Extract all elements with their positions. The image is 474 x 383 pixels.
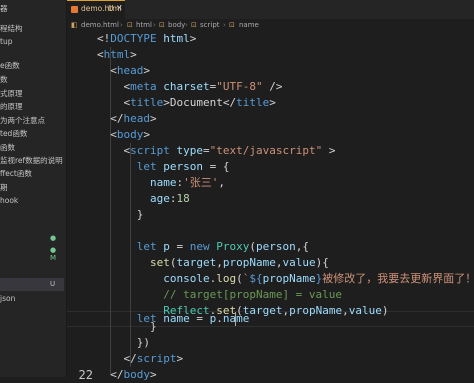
element-icon: ⊡ bbox=[127, 21, 133, 29]
code-line: }) bbox=[136, 336, 150, 349]
close-icon[interactable]: × bbox=[116, 3, 123, 12]
explorer-item[interactable]: 程结构 bbox=[0, 22, 64, 35]
code-line: <script type="text/javascript" > bbox=[123, 144, 336, 157]
explorer-item[interactable]: 为两个注意点 bbox=[0, 114, 64, 127]
chevron-right-icon: › bbox=[120, 21, 123, 29]
code-line: </body> bbox=[110, 368, 157, 381]
git-status-badge: U bbox=[50, 280, 56, 288]
explorer-item-label: 函数 bbox=[0, 143, 15, 152]
editor-tab-bar: demo.html U × bbox=[67, 0, 474, 19]
code-line: <title>Document</title> bbox=[123, 96, 276, 109]
breadcrumb-html[interactable]: html bbox=[136, 19, 152, 31]
line-number: 22 bbox=[78, 368, 93, 382]
chevron-right-icon: › bbox=[223, 21, 226, 29]
explorer-item[interactable]: 函数 bbox=[0, 141, 64, 154]
explorer-item-label: 数 bbox=[0, 75, 8, 84]
tab-git-status: U bbox=[108, 4, 114, 13]
breadcrumb-name[interactable]: name bbox=[239, 19, 259, 31]
code-line: name:'张三', bbox=[149, 176, 225, 189]
explorer-item-label: ted函数 bbox=[0, 129, 28, 138]
explorer-item[interactable]: tup bbox=[0, 35, 64, 48]
code-line: <body> bbox=[110, 128, 150, 141]
text-cursor bbox=[235, 312, 236, 326]
code-line: } bbox=[136, 208, 144, 221]
explorer-item[interactable]: 式原理 bbox=[0, 87, 64, 100]
html-file-icon bbox=[71, 6, 78, 13]
code-line-active: let name = p.name bbox=[136, 312, 250, 325]
code-line: <!DOCTYPE html> bbox=[97, 32, 197, 45]
code-line: console.log(`${propName}被修改了，我要去更新界面了！`) bbox=[163, 272, 474, 285]
explorer-item-label: hook bbox=[0, 196, 19, 205]
explorer-item-label: json bbox=[0, 294, 16, 303]
breadcrumb: ◧ demo.html › ⊡ html › ⊡ body › ⊡ script… bbox=[67, 19, 474, 31]
code-line: age:18 bbox=[149, 192, 190, 205]
explorer-item[interactable]: e函数 bbox=[0, 59, 64, 72]
element-icon: ⊡ bbox=[159, 21, 165, 29]
variable-icon: ⊡ bbox=[229, 21, 235, 29]
code-line: <html> bbox=[97, 48, 137, 61]
code-editor[interactable]: <!DOCTYPE html> <html> <head> <meta char… bbox=[67, 31, 474, 381]
code-line: let person = { bbox=[136, 160, 230, 173]
git-status-badge: M bbox=[50, 254, 57, 262]
explorer-item[interactable]: M bbox=[0, 252, 64, 265]
explorer-sidebar: 器程结构 tup e函数数式原理的原理为两个注意点 ted函数函数监视ref数据的说明… bbox=[0, 0, 67, 377]
explorer-item[interactable]: ted函数 bbox=[0, 127, 64, 140]
explorer-item-label: tup bbox=[0, 37, 13, 46]
breadcrumb-script[interactable]: script bbox=[200, 19, 220, 31]
chevron-right-icon: › bbox=[153, 21, 156, 29]
explorer-item-label: 式原理 bbox=[0, 89, 23, 98]
explorer-item[interactable]: 器 bbox=[0, 2, 64, 15]
explorer-item-label: 期 bbox=[0, 183, 8, 192]
explorer-item[interactable]: 监视ref数据的说明 bbox=[0, 154, 64, 167]
tab-demo-html[interactable]: demo.html U × bbox=[67, 0, 125, 19]
element-icon: ⊡ bbox=[191, 21, 197, 29]
explorer-item-label: 为两个注意点 bbox=[0, 116, 45, 125]
code-line: set(target,propName,value){ bbox=[149, 256, 329, 269]
explorer-item[interactable]: json bbox=[0, 292, 64, 305]
code-line: </script> bbox=[123, 352, 184, 365]
code-line: </head> bbox=[110, 112, 157, 125]
explorer-item[interactable]: U bbox=[0, 278, 64, 291]
explorer-item[interactable]: 的原理 bbox=[0, 100, 64, 113]
explorer-item-label: ffect函数 bbox=[0, 169, 32, 178]
code-line: <meta charset="UTF-8" /> bbox=[123, 80, 283, 93]
explorer-item-label: 监视ref数据的说明 bbox=[0, 156, 63, 165]
explorer-item[interactable]: hook bbox=[0, 194, 64, 207]
code-line: <head> bbox=[110, 64, 150, 77]
explorer-item[interactable]: 期 bbox=[0, 181, 64, 194]
explorer-item[interactable] bbox=[0, 210, 64, 223]
breadcrumb-body[interactable]: body bbox=[168, 19, 185, 31]
explorer-item[interactable]: 数 bbox=[0, 73, 64, 86]
breadcrumb-file[interactable]: demo.html bbox=[81, 19, 119, 31]
explorer-item-label: e函数 bbox=[0, 61, 20, 70]
explorer-item-label: 的原理 bbox=[0, 102, 23, 111]
html-file-icon: ◧ bbox=[71, 21, 78, 29]
explorer-item-label: 器 bbox=[0, 4, 8, 13]
chevron-right-icon: › bbox=[185, 21, 188, 29]
code-line: // target[propName] = value bbox=[163, 288, 343, 301]
explorer-item-label: 程结构 bbox=[0, 24, 23, 33]
explorer-item[interactable]: ffect函数 bbox=[0, 167, 64, 180]
code-line: let p = new Proxy(person,{ bbox=[136, 240, 309, 253]
